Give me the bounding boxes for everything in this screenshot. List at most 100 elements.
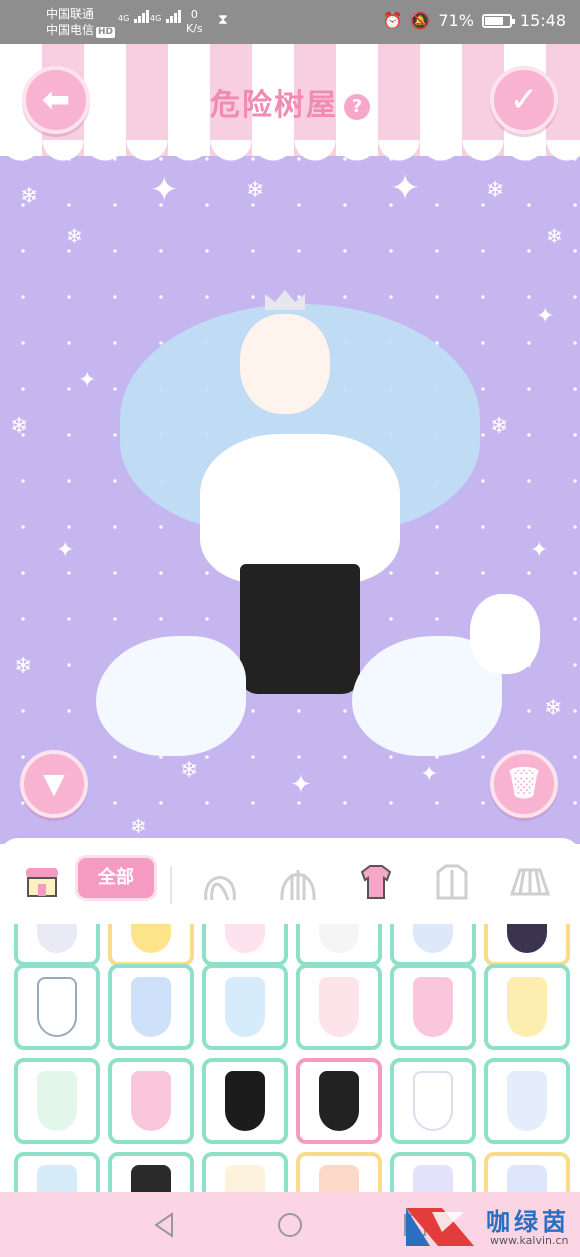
garment-icon (131, 977, 171, 1037)
item-tile[interactable] (202, 1152, 288, 1192)
item-tile-selected[interactable] (296, 1058, 382, 1144)
signal-icon-2: 4G (150, 10, 182, 23)
category-hair-front[interactable] (198, 860, 242, 904)
star-icon: ✦ (530, 538, 549, 563)
battery-percent: 71% (438, 11, 474, 30)
carrier-label-2: 中国电信 HD (46, 23, 116, 38)
wardrobe-panel: 全部 (0, 838, 580, 1192)
category-skirt[interactable] (508, 860, 552, 904)
item-tile[interactable] (202, 964, 288, 1050)
top-icon (360, 865, 392, 899)
item-tile[interactable] (14, 1152, 100, 1192)
clock: 15:48 (519, 11, 566, 30)
item-tile[interactable] (484, 1152, 570, 1192)
star-icon: ✦ (150, 170, 179, 210)
item-tile[interactable] (296, 964, 382, 1050)
item-tile[interactable] (296, 1152, 382, 1192)
net-speed-unit: K/s (186, 22, 203, 35)
category-all-tab[interactable]: 全部 (78, 858, 154, 898)
item-tile[interactable] (14, 964, 100, 1050)
item-tile[interactable] (108, 964, 194, 1050)
star-icon: ✦ (390, 168, 421, 209)
garment-icon (507, 1165, 547, 1192)
shop-icon (26, 868, 58, 897)
nav-back-icon (154, 1212, 173, 1238)
category-top[interactable] (354, 860, 398, 904)
watermark-logo-icon (406, 1208, 474, 1246)
garment-icon (37, 977, 77, 1037)
hair-front-icon (204, 876, 236, 901)
star-icon: ✦ (56, 538, 75, 563)
snowflake-icon: ❄ (246, 178, 265, 203)
item-tile[interactable] (390, 964, 476, 1050)
snowflake-icon: ❄ (66, 224, 83, 248)
garment-icon (225, 924, 265, 953)
item-tile[interactable] (296, 924, 382, 966)
network-type-2: 4G (150, 14, 162, 23)
checkmark-icon: ✓ (509, 80, 539, 120)
character-dress (200, 434, 400, 584)
category-hair-back[interactable] (276, 860, 320, 904)
garment-icon (37, 1165, 77, 1192)
garment-icon (37, 924, 77, 953)
item-tile[interactable] (108, 924, 194, 966)
star-icon: ✦ (536, 304, 555, 329)
alarm-icon: ⏰ (382, 11, 403, 30)
garment-icon (413, 924, 453, 953)
item-tile[interactable] (14, 924, 100, 966)
watermark: 咖绿茵 www.kalvin.cn (400, 1196, 580, 1254)
category-bar: 全部 (0, 838, 580, 928)
item-tile[interactable] (390, 1058, 476, 1144)
snowflake-icon: ❄ (486, 178, 505, 203)
garment-icon (319, 977, 359, 1037)
garment-icon (225, 1071, 265, 1131)
garment-icon (413, 1071, 453, 1131)
hourglass-icon: ⧗ (218, 12, 228, 28)
shop-button[interactable] (20, 860, 64, 904)
skirt-icon (509, 868, 551, 896)
triangle-down-icon: ▼ (43, 767, 65, 800)
status-right: ⏰ 🔕 71% 15:48 (382, 11, 566, 30)
item-tile[interactable] (484, 964, 570, 1050)
status-bar: 中国联通 中国电信 HD 4G 4G 0 K/s ⧗ ⏰ 🔕 71% 15:48 (0, 0, 580, 44)
snowflake-icon: ❄ (20, 184, 39, 209)
character-skirt (240, 564, 360, 694)
net-speed: 0 K/s (186, 8, 203, 36)
signal-icon-1: 4G (118, 10, 150, 23)
item-tile[interactable] (390, 1152, 476, 1192)
garment-icon (507, 924, 547, 953)
garment-icon (413, 977, 453, 1037)
snowflake-icon: ❄ (130, 814, 147, 838)
garment-icon (131, 924, 171, 953)
item-tile[interactable] (390, 924, 476, 966)
help-button[interactable]: ? (344, 93, 370, 120)
trash-button[interactable]: 🗑 (490, 750, 558, 818)
item-tile[interactable] (108, 1152, 194, 1192)
item-tile[interactable] (14, 1058, 100, 1144)
garment-icon (319, 1071, 359, 1131)
confirm-button[interactable]: ✓ (490, 66, 558, 134)
item-tile[interactable] (484, 1058, 570, 1144)
hair-back-icon (280, 870, 316, 901)
jacket-icon (436, 864, 468, 900)
garment-icon (507, 977, 547, 1037)
page-title-text: 危险树屋 (210, 88, 338, 123)
item-tile[interactable] (484, 924, 570, 966)
item-tile[interactable] (108, 1058, 194, 1144)
item-tile[interactable] (202, 924, 288, 966)
cat-pet-icon (470, 594, 540, 674)
crown-icon (265, 290, 305, 310)
watermark-url: www.kalvin.cn (490, 1234, 569, 1247)
snowflake-icon: ❄ (546, 224, 563, 248)
item-tile[interactable] (202, 1058, 288, 1144)
net-speed-value: 0 (190, 8, 198, 21)
collapse-button[interactable]: ▼ (20, 750, 88, 818)
mute-icon: 🔕 (410, 11, 431, 30)
garment-icon (413, 1165, 453, 1192)
nav-back-button[interactable] (150, 1210, 180, 1240)
character-face (240, 314, 330, 414)
category-jacket[interactable] (430, 860, 474, 904)
nav-home-button[interactable] (275, 1210, 305, 1240)
snowflake-icon: ❄ (544, 696, 563, 721)
nav-home-icon (278, 1213, 302, 1237)
